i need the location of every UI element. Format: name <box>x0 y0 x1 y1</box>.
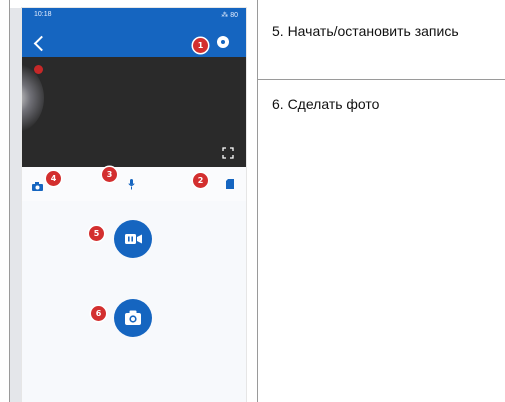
record-video-button[interactable] <box>114 220 152 258</box>
sd-card-icon[interactable] <box>226 176 234 189</box>
video-light-glare <box>22 63 44 133</box>
caption-6-take-photo: 6. Сделать фото <box>272 96 380 112</box>
status-time: 10:18 <box>34 11 52 18</box>
microphone-icon[interactable] <box>128 177 135 190</box>
status-bar: 10:18 ⁂ 80 <box>22 8 246 22</box>
fullscreen-icon[interactable] <box>222 147 234 159</box>
recording-indicator <box>34 65 43 74</box>
back-icon[interactable] <box>33 35 50 52</box>
callout-badge-4: 4 <box>46 171 61 186</box>
video-preview[interactable] <box>22 57 246 167</box>
take-photo-button[interactable] <box>114 299 152 337</box>
photo-camera-icon <box>125 310 141 325</box>
table-border-middle <box>257 0 258 402</box>
record-video-icon <box>125 234 142 244</box>
controls-panel <box>22 201 246 402</box>
table-row-divider <box>257 79 505 80</box>
document-page: 5. Начать/остановить запись 6. Сделать ф… <box>0 0 505 402</box>
callout-badge-6: 6 <box>91 306 106 321</box>
phone-screenshot-edge <box>10 8 22 402</box>
phone-screenshot: 10:18 ⁂ 80 1 4 3 2 5 6 <box>22 8 246 402</box>
caption-5-start-stop-recording: 5. Начать/остановить запись <box>272 23 459 39</box>
status-indicators: ⁂ 80 <box>221 12 238 19</box>
callout-badge-3: 3 <box>102 167 117 182</box>
callout-badge-2: 2 <box>193 173 208 188</box>
camera-icon[interactable] <box>32 178 43 191</box>
app-header: 10:18 ⁂ 80 <box>22 8 246 57</box>
callout-badge-5: 5 <box>89 226 104 241</box>
callout-badge-1: 1 <box>193 38 208 53</box>
settings-icon[interactable] <box>217 36 229 48</box>
